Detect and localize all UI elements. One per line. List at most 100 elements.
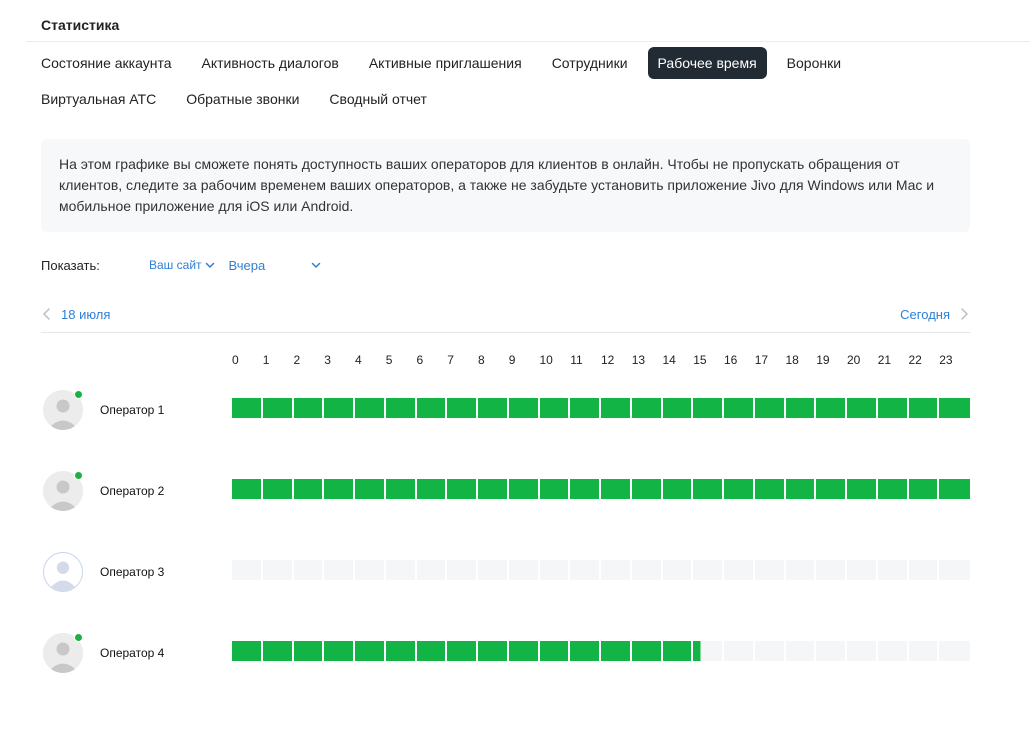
hour-segment-online [262, 479, 294, 499]
hour-label: 7 [447, 353, 454, 367]
hour-segment-offline [785, 641, 817, 661]
hour-segment-online [631, 641, 663, 661]
hour-label: 13 [631, 353, 646, 367]
tab-row1-3[interactable]: Сотрудники [542, 47, 638, 79]
hour-segment-offline [570, 560, 601, 580]
tab-row2-2[interactable]: Сводный отчет [319, 83, 436, 115]
operator-row: Оператор 4 [41, 633, 970, 677]
hour-axis: 0 1 2 3 4 5 6 7 8 9 10 11 12 13 14 15 16 17 18 19 20 21 22 23 [232, 353, 970, 369]
tab-row2-0[interactable]: Виртуальная АТС [31, 83, 166, 115]
hour-segment-online [601, 398, 632, 418]
chevron-down-icon [311, 262, 320, 268]
title-divider [26, 41, 1030, 42]
hour-segment-offline [816, 641, 847, 661]
operator-name: Оператор 3 [100, 565, 165, 579]
hour-segment-online [570, 479, 601, 499]
tab-row1-0[interactable]: Состояние аккаунта [31, 47, 182, 79]
chevron-right-icon [961, 308, 968, 320]
hour-segment-online [508, 641, 540, 661]
hour-segment-partial [693, 641, 724, 661]
next-date-label: Сегодня [900, 306, 950, 322]
hour-label: 5 [385, 353, 393, 367]
hour-segment-offline [847, 641, 878, 661]
hour-segment-online [877, 398, 909, 418]
hour-segment-offline [754, 641, 786, 661]
hour-segment-online [601, 641, 632, 661]
hour-segment-online [447, 641, 478, 661]
hour-segment-online [478, 398, 509, 418]
date-navigation: 18 июля Сегодня [41, 304, 970, 324]
hour-segment-online [508, 479, 540, 499]
tab-row2-1[interactable]: Обратные звонки [176, 83, 309, 115]
hour-label: 2 [293, 353, 301, 367]
hour-segment-online [385, 479, 417, 499]
avatar [43, 552, 83, 592]
hour-segment-offline [232, 560, 263, 580]
hour-segment-online [232, 641, 263, 661]
hour-segment-offline [508, 560, 540, 580]
hour-segment-online [785, 479, 817, 499]
hour-segment-online [478, 479, 509, 499]
period-select[interactable]: Вчера [229, 258, 321, 273]
hour-segment-online [570, 641, 601, 661]
hour-segment-offline [785, 560, 817, 580]
filters-bar: Показать: Ваш сайт Вчера [41, 255, 321, 275]
site-select[interactable]: Ваш сайт [149, 258, 215, 272]
hour-label: 15 [693, 353, 707, 367]
tab-row1-1[interactable]: Активность диалогов [192, 47, 349, 79]
hour-segment-offline [355, 560, 386, 580]
hour-label: 21 [877, 353, 892, 367]
tab-row1-2[interactable]: Активные приглашения [359, 47, 532, 79]
hour-segment-offline [447, 560, 478, 580]
hour-segment-online [847, 479, 878, 499]
hour-segment-online [262, 398, 294, 418]
hour-label: 23 [939, 353, 953, 367]
info-box: На этом графике вы сможете понять доступ… [41, 139, 970, 232]
activity-bar [232, 641, 970, 661]
hour-segment-online [355, 641, 386, 661]
hour-segment-online [908, 398, 940, 418]
page-title: Статистика [41, 17, 120, 33]
hour-segment-online [939, 398, 970, 418]
hour-segment-offline [939, 560, 970, 580]
operator-row: Оператор 1 [41, 390, 970, 434]
prev-date-link[interactable]: 18 июля [41, 307, 110, 322]
hour-label: 3 [324, 353, 331, 367]
online-status-dot [74, 390, 83, 399]
hour-segment-online [693, 479, 724, 499]
hour-segment-offline [724, 641, 755, 661]
hour-segment-online [539, 641, 571, 661]
activity-bar [232, 560, 970, 580]
activity-bar [232, 479, 970, 499]
tab-row-1: Состояние аккаунта Активность диалогов Акт… [31, 46, 931, 80]
tab-row1-4[interactable]: Рабочее время [647, 47, 767, 79]
hour-segment-offline [877, 641, 909, 661]
hour-segment-online [293, 398, 325, 418]
filter-label: Показать: [41, 257, 100, 273]
hour-label: 18 [785, 353, 799, 367]
hour-label: 8 [478, 353, 485, 367]
hour-segment-online [232, 479, 263, 499]
hour-label: 4 [355, 353, 362, 367]
hour-segment-online [662, 398, 694, 418]
hour-label: 22 [908, 353, 922, 367]
hour-segment-online [508, 398, 540, 418]
hour-segment-offline [816, 560, 847, 580]
hour-segment-online [816, 398, 847, 418]
hour-segment-online [785, 398, 817, 418]
hour-segment-online [877, 479, 909, 499]
tab-row1-5[interactable]: Воронки [777, 47, 851, 79]
hour-segment-online [631, 398, 663, 418]
hour-label: 0 [232, 353, 239, 367]
hour-segment-online [416, 398, 448, 418]
next-date-link[interactable]: Сегодня [900, 307, 970, 322]
hour-segment-online [754, 479, 786, 499]
operator-name: Оператор 1 [100, 403, 165, 417]
activity-bar [232, 398, 970, 418]
hour-segment-online [662, 641, 694, 661]
hour-segment-online [355, 479, 386, 499]
online-status-dot [74, 471, 83, 480]
chevron-down-icon [205, 262, 214, 268]
hour-label: 17 [754, 353, 769, 367]
hour-segment-online [447, 479, 478, 499]
